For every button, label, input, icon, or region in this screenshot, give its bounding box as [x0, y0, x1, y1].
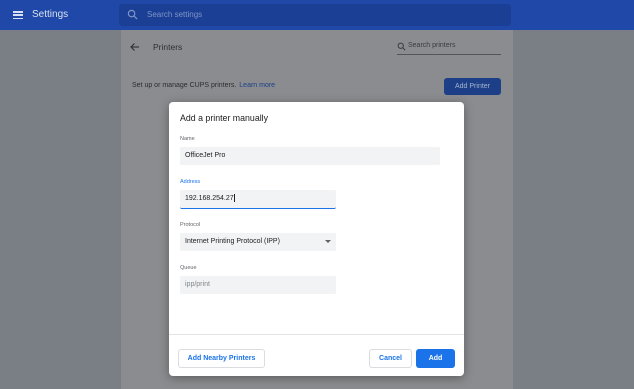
protocol-label: Protocol — [180, 222, 201, 228]
printers-description: Set up or manage CUPS printers. Learn mor… — [132, 82, 275, 89]
add-nearby-printers-button[interactable]: Add Nearby Printers — [178, 349, 265, 368]
protocol-value: Internet Printing Protocol (IPP) — [185, 238, 280, 245]
dialog-footer-divider — [169, 334, 464, 335]
add-button[interactable]: Add — [416, 349, 455, 368]
dropdown-arrow-icon — [325, 240, 331, 243]
protocol-select[interactable]: Internet Printing Protocol (IPP) — [180, 233, 336, 251]
dialog-title: Add a printer manually — [180, 113, 269, 123]
name-label: Name — [180, 136, 195, 142]
address-field[interactable]: 192.168.254.27 — [180, 190, 336, 209]
add-printer-dialog: Add a printer manually Name OfficeJet Pr… — [169, 102, 464, 376]
cancel-button[interactable]: Cancel — [369, 349, 412, 368]
app-title: Settings — [32, 9, 69, 20]
menu-icon[interactable] — [13, 11, 23, 20]
printers-search-placeholder: Search printers — [408, 42, 456, 49]
back-arrow-icon[interactable] — [130, 42, 140, 52]
settings-search-input[interactable]: Search settings — [119, 4, 511, 26]
text-cursor — [234, 194, 235, 203]
settings-search-placeholder: Search settings — [147, 10, 203, 19]
queue-field[interactable]: ipp/print — [180, 276, 336, 294]
page-title: Printers — [153, 42, 183, 52]
name-field[interactable]: OfficeJet Pro — [180, 147, 440, 165]
search-icon — [127, 9, 138, 20]
queue-label: Queue — [180, 265, 197, 271]
search-icon — [397, 42, 406, 51]
address-value: 192.168.254.27 — [185, 195, 234, 202]
description-text: Set up or manage CUPS printers. — [132, 82, 237, 89]
learn-more-link[interactable]: Learn more — [239, 82, 275, 89]
settings-header: Settings Search settings — [0, 0, 634, 30]
address-label: Address — [180, 179, 201, 185]
printers-search-input[interactable]: Search printers — [397, 40, 501, 55]
add-printer-button[interactable]: Add Printer — [444, 78, 501, 95]
